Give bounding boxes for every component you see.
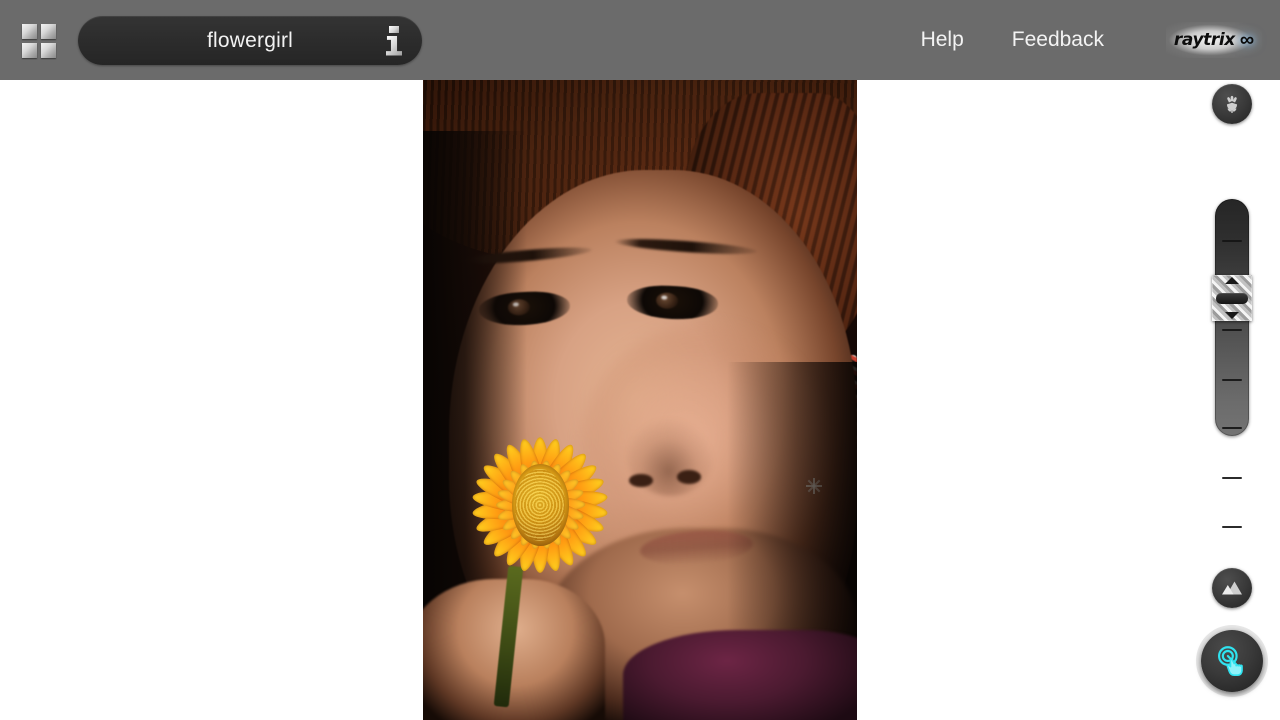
- photo-nostril: [676, 470, 701, 484]
- lightfield-photo[interactable]: [423, 80, 857, 720]
- header-nav: Help Feedback: [915, 0, 1110, 80]
- photo-iris-right: [655, 292, 679, 310]
- grid-icon-cell: [41, 43, 56, 58]
- slider-tick: [1222, 329, 1242, 331]
- mountains-icon: [1222, 581, 1242, 595]
- focus-control-rail: [1200, 80, 1280, 720]
- slider-tick: [1222, 477, 1242, 479]
- info-icon[interactable]: [386, 25, 402, 56]
- info-icon-dot: [389, 25, 399, 33]
- slider-tick: [1222, 240, 1242, 242]
- tap-hand-icon: [1218, 646, 1243, 676]
- raytrix-logo-wordmark: raytrix: [1173, 30, 1235, 50]
- chevron-up-icon: [1225, 277, 1239, 284]
- focus-slider-handle[interactable]: [1212, 275, 1252, 321]
- flower-icon: [1226, 95, 1238, 113]
- grid-icon[interactable]: [22, 24, 56, 58]
- image-title-text: flowergirl: [206, 28, 294, 52]
- macro-focus-button[interactable]: [1212, 84, 1252, 124]
- tap-to-refocus-button[interactable]: [1201, 630, 1263, 692]
- photo-scarf: [622, 630, 857, 720]
- slider-tick: [1222, 526, 1242, 528]
- viewer-stage: [0, 80, 1280, 720]
- slider-handle-grip: [1216, 292, 1248, 304]
- app-root: flowergirl Help Feedback raytrix ∞: [0, 0, 1280, 720]
- grid-icon-cell: [22, 43, 37, 58]
- grid-icon-cell: [22, 24, 37, 39]
- grid-icon-cell: [41, 24, 56, 39]
- focus-depth-slider[interactable]: [1212, 199, 1252, 528]
- top-header-bar: flowergirl Help Feedback raytrix ∞: [0, 0, 1280, 80]
- slider-tick: [1222, 427, 1242, 429]
- slider-tick: [1222, 379, 1242, 381]
- infinity-icon: ∞: [1239, 29, 1255, 51]
- landscape-focus-button[interactable]: [1212, 568, 1252, 608]
- feedback-link[interactable]: Feedback: [1006, 24, 1110, 56]
- info-icon-stem: [386, 35, 402, 56]
- raytrix-logo[interactable]: raytrix ∞: [1166, 22, 1262, 58]
- help-link[interactable]: Help: [915, 24, 970, 56]
- image-title-field[interactable]: flowergirl: [78, 16, 422, 65]
- chevron-down-icon: [1225, 312, 1239, 319]
- photo-flower: [445, 400, 636, 605]
- photo-flower-center: [511, 464, 569, 547]
